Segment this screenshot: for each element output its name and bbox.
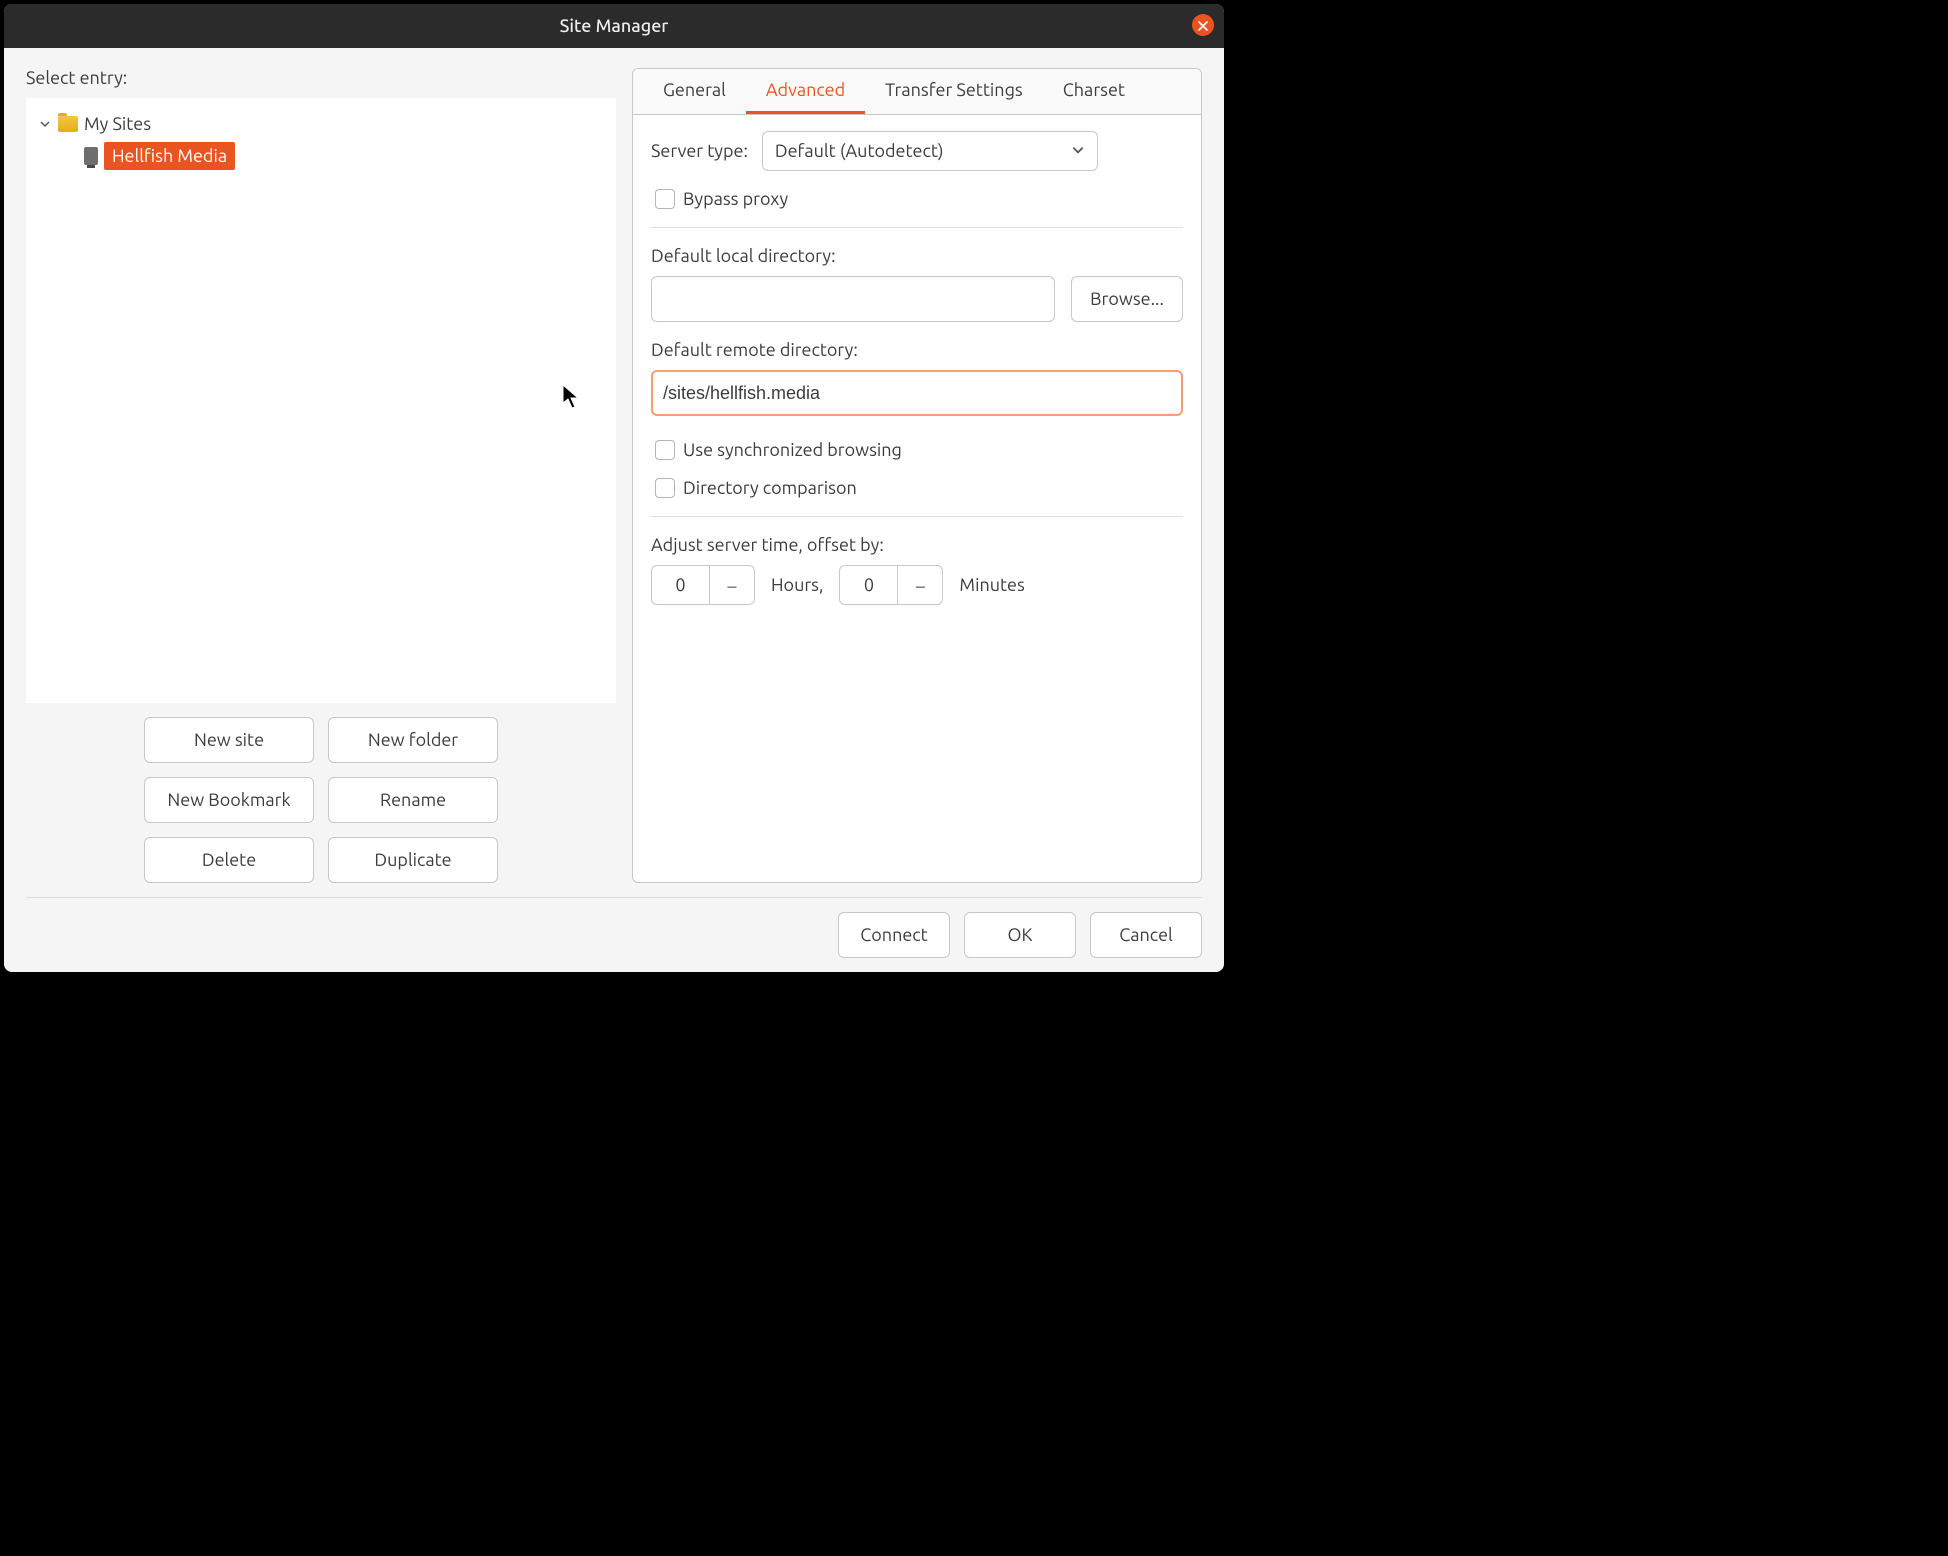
cancel-button[interactable]: Cancel xyxy=(1090,912,1202,958)
new-bookmark-button[interactable]: New Bookmark xyxy=(144,777,314,823)
tree-root-row[interactable]: My Sites xyxy=(32,108,610,140)
duplicate-button[interactable]: Duplicate xyxy=(328,837,498,883)
bypass-proxy-checkbox[interactable] xyxy=(655,189,675,209)
select-entry-label: Select entry: xyxy=(26,68,616,88)
dir-compare-label: Directory comparison xyxy=(683,478,857,498)
tree-site-label: Hellfish Media xyxy=(104,142,235,170)
tab-charset[interactable]: Charset xyxy=(1043,69,1145,114)
dir-compare-checkbox[interactable] xyxy=(655,478,675,498)
titlebar: Site Manager xyxy=(4,4,1224,48)
minutes-value[interactable]: 0 xyxy=(839,565,897,605)
rename-button[interactable]: Rename xyxy=(328,777,498,823)
site-tree[interactable]: My Sites Hellfish Media xyxy=(26,98,616,703)
connect-button[interactable]: Connect xyxy=(838,912,950,958)
server-type-label: Server type: xyxy=(651,141,748,161)
local-dir-label: Default local directory: xyxy=(651,246,1183,266)
adjust-time-label: Adjust server time, offset by: xyxy=(651,535,1183,555)
site-manager-window: Site Manager Select entry: My Sites xyxy=(0,0,1228,976)
server-type-value: Default (Autodetect) xyxy=(775,141,944,161)
sync-browsing-label: Use synchronized browsing xyxy=(683,440,902,460)
server-icon xyxy=(84,147,98,165)
close-icon xyxy=(1198,15,1208,35)
tabs: General Advanced Transfer Settings Chars… xyxy=(633,69,1201,115)
hours-stepper-buttons[interactable]: − xyxy=(709,565,755,605)
tab-advanced[interactable]: Advanced xyxy=(746,69,865,114)
tree-site-row[interactable]: Hellfish Media xyxy=(32,140,610,172)
minutes-label: Minutes xyxy=(959,575,1024,595)
divider xyxy=(651,227,1183,228)
hours-stepper[interactable]: 0 − xyxy=(651,565,755,605)
folder-icon xyxy=(58,116,78,132)
minutes-stepper-buttons[interactable]: − xyxy=(897,565,943,605)
tab-transfer-settings[interactable]: Transfer Settings xyxy=(865,69,1043,114)
server-type-select[interactable]: Default (Autodetect) xyxy=(762,131,1098,171)
window-close-button[interactable] xyxy=(1192,14,1214,36)
tree-root-label: My Sites xyxy=(84,114,151,134)
chevron-down-icon[interactable] xyxy=(38,117,52,131)
chevron-down-icon xyxy=(1071,141,1085,161)
tab-general[interactable]: General xyxy=(643,69,746,114)
minutes-stepper[interactable]: 0 − xyxy=(839,565,943,605)
browse-button[interactable]: Browse... xyxy=(1071,276,1183,322)
hours-label: Hours, xyxy=(771,575,823,595)
ok-button[interactable]: OK xyxy=(964,912,1076,958)
new-site-button[interactable]: New site xyxy=(144,717,314,763)
new-folder-button[interactable]: New folder xyxy=(328,717,498,763)
window-title: Site Manager xyxy=(560,16,669,36)
remote-dir-label: Default remote directory: xyxy=(651,340,1183,360)
sync-browsing-checkbox[interactable] xyxy=(655,440,675,460)
bypass-proxy-label: Bypass proxy xyxy=(683,189,788,209)
remote-directory-input[interactable] xyxy=(651,370,1183,416)
local-directory-input[interactable] xyxy=(651,276,1055,322)
hours-value[interactable]: 0 xyxy=(651,565,709,605)
divider xyxy=(651,516,1183,517)
delete-button[interactable]: Delete xyxy=(144,837,314,883)
